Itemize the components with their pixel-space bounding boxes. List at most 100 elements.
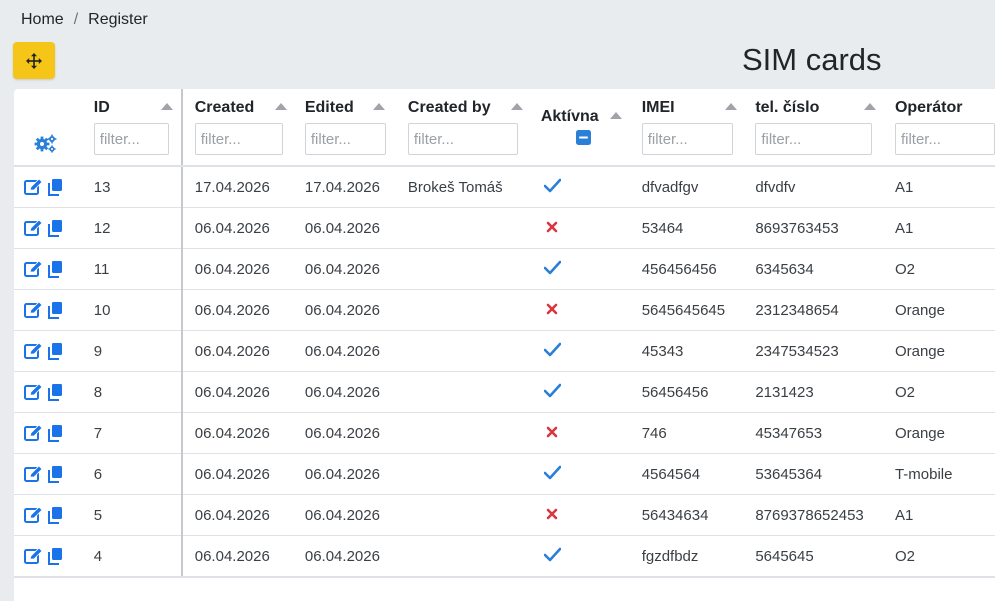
edit-icon[interactable]	[24, 383, 43, 401]
row-actions	[14, 207, 82, 249]
column-header-edited[interactable]: Edited	[292, 89, 397, 167]
copy-icon[interactable]	[47, 506, 64, 525]
column-settings-icon[interactable]	[34, 133, 58, 153]
cell-edited: 06.04.2026	[292, 453, 397, 495]
cell-id: 8	[81, 371, 183, 413]
cell-operator: A1	[887, 166, 995, 208]
copy-icon[interactable]	[47, 301, 64, 320]
sort-arrow-icon[interactable]	[609, 112, 622, 119]
table-row: 12 06.04.2026 06.04.2026 53464 8693763453 A1	[14, 207, 995, 249]
cell-id: 10	[81, 289, 183, 331]
breadcrumb: Home / Register	[21, 11, 148, 29]
cell-created: 06.04.2026	[181, 453, 293, 495]
filter-input-created[interactable]	[194, 123, 283, 155]
column-header-active[interactable]: Aktívna	[529, 89, 635, 167]
filter-input-imei[interactable]	[641, 123, 733, 155]
edit-icon[interactable]	[24, 506, 43, 524]
row-actions	[14, 494, 82, 536]
edit-icon[interactable]	[24, 424, 43, 442]
cell-created-by: Brokeš Tomáš	[396, 166, 530, 208]
copy-icon[interactable]	[47, 219, 64, 238]
column-header-id[interactable]: ID	[81, 89, 183, 167]
cell-created: 06.04.2026	[181, 248, 293, 290]
row-actions	[14, 330, 82, 372]
table-row: 9 06.04.2026 06.04.2026 45343 2347534523 Oran…	[14, 330, 995, 372]
sim-cards-table-container: ID Created Edited	[14, 89, 995, 601]
filter-input-id[interactable]	[93, 123, 169, 155]
check-icon	[543, 547, 562, 561]
filter-input-phone[interactable]	[755, 123, 873, 155]
cell-imei: 5645645645	[634, 289, 749, 331]
filter-input-created-by[interactable]	[407, 123, 518, 155]
cell-id: 9	[81, 330, 183, 372]
row-actions	[14, 371, 82, 413]
sort-arrow-icon[interactable]	[510, 103, 523, 110]
column-header-created[interactable]: Created	[181, 89, 293, 167]
edit-icon[interactable]	[24, 547, 43, 565]
cell-active	[529, 166, 635, 208]
column-header-created-by[interactable]: Created by	[396, 89, 530, 167]
cell-created: 06.04.2026	[181, 535, 293, 578]
cross-icon	[546, 221, 558, 232]
column-header-phone[interactable]: tel. číslo	[748, 89, 888, 167]
edit-icon[interactable]	[24, 219, 43, 237]
check-icon	[543, 178, 562, 192]
table-row: 6 06.04.2026 06.04.2026 4564564 53645364 T-mo…	[14, 453, 995, 495]
table-row: 5 06.04.2026 06.04.2026 56434634 87693786524…	[14, 494, 995, 536]
edit-icon[interactable]	[24, 301, 43, 319]
sort-arrow-icon[interactable]	[160, 103, 173, 110]
column-header-imei[interactable]: IMEI	[634, 89, 749, 167]
cell-phone: dfvdfv	[748, 166, 888, 208]
cell-created-by	[396, 412, 530, 454]
column-header-operator[interactable]: Operátor	[887, 89, 995, 167]
row-actions	[14, 535, 82, 578]
cell-imei: 746	[634, 412, 749, 454]
tristate-checkbox-icon[interactable]	[575, 130, 591, 145]
cell-active	[529, 371, 635, 413]
filter-input-edited[interactable]	[304, 123, 386, 155]
cell-id: 12	[81, 207, 183, 249]
edit-icon[interactable]	[24, 465, 43, 483]
cell-active	[529, 330, 635, 372]
copy-icon[interactable]	[47, 178, 64, 197]
cell-operator: Orange	[887, 330, 995, 372]
copy-icon[interactable]	[47, 383, 64, 402]
sort-arrow-icon[interactable]	[724, 103, 737, 110]
cell-created-by	[396, 330, 530, 372]
filter-input-operator[interactable]	[894, 123, 995, 155]
cell-active	[529, 494, 635, 536]
copy-icon[interactable]	[47, 547, 64, 566]
breadcrumb-current: Register	[88, 11, 148, 28]
table-row: 7 06.04.2026 06.04.2026 746 45347653 Orange	[14, 412, 995, 454]
edit-icon[interactable]	[24, 260, 43, 278]
cell-operator: Orange	[887, 412, 995, 454]
sort-arrow-icon[interactable]	[372, 103, 385, 110]
cell-created: 06.04.2026	[181, 371, 293, 413]
table-row: 13 17.04.2026 17.04.2026 Brokeš Tomáš dfvadf…	[14, 166, 995, 208]
sort-arrow-icon[interactable]	[274, 103, 287, 110]
cell-imei: fgzdfbdz	[634, 535, 749, 578]
sort-arrow-icon[interactable]	[864, 103, 877, 110]
sim-cards-table: ID Created Edited	[14, 89, 995, 578]
cell-phone: 45347653	[748, 412, 888, 454]
breadcrumb-home-link[interactable]: Home	[21, 11, 64, 29]
cell-created-by	[396, 248, 530, 290]
check-icon	[543, 260, 562, 274]
copy-icon[interactable]	[47, 342, 64, 361]
cross-icon	[546, 426, 558, 437]
cell-operator: O2	[887, 535, 995, 578]
copy-icon[interactable]	[47, 424, 64, 443]
cell-created-by	[396, 494, 530, 536]
cell-imei: 45343	[634, 330, 749, 372]
table-row: 10 06.04.2026 06.04.2026 5645645645 23123486…	[14, 289, 995, 331]
row-actions	[14, 166, 82, 208]
row-actions	[14, 453, 82, 495]
table-header-row: ID Created Edited	[14, 89, 995, 167]
edit-icon[interactable]	[24, 342, 43, 360]
cell-edited: 06.04.2026	[292, 494, 397, 536]
copy-icon[interactable]	[47, 260, 64, 279]
edit-icon[interactable]	[24, 178, 43, 196]
copy-icon[interactable]	[47, 465, 64, 484]
move-button[interactable]	[13, 42, 55, 79]
table-row: 8 06.04.2026 06.04.2026 56456456 2131423 O2	[14, 371, 995, 413]
